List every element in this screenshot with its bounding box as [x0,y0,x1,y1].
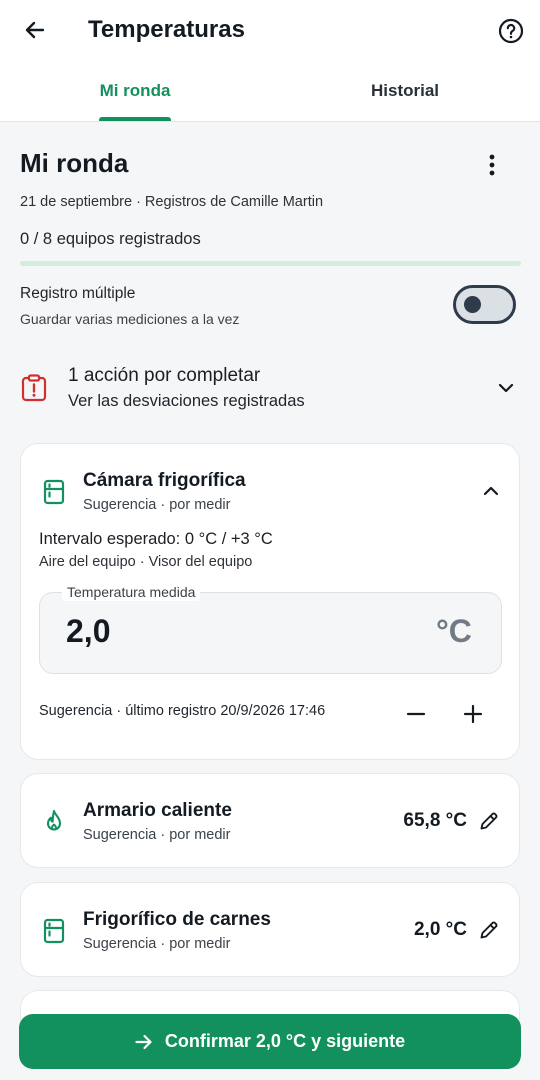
round-subtitle: 21 de septiembre · Registros de Camille … [20,194,324,210]
temperature-unit: °C [436,613,472,649]
back-arrow-icon[interactable] [20,15,50,45]
section-title: Mi ronda [20,148,129,178]
chevron-down-icon[interactable] [494,376,518,400]
flame-icon [41,807,67,837]
page-title: Temperaturas [88,16,245,43]
tab-mi-ronda[interactable]: Mi ronda [60,78,210,104]
equipment-name: Cámara frigorífica [83,470,246,491]
equipment-status: Sugerencia · por medir [83,936,231,952]
confirm-next-button[interactable]: Confirmar 2,0 °C y siguiente [19,1014,521,1069]
equipment-status: Sugerencia · por medir [83,497,231,513]
measurement-source: Aire del equipo · Visor del equipo [39,554,253,570]
equipment-card[interactable]: Armario caliente Sugerencia · por medir … [20,773,520,868]
equipment-name: Frigorífico de carnes [83,909,271,930]
equipment-value: 2,0 °C [413,919,467,940]
temperature-input[interactable]: Temperatura medida 2,0 °C [39,583,502,674]
multi-record-description: Guardar varias mediciones a la vez [20,311,240,327]
pending-actions-subtitle[interactable]: Ver las desviaciones registradas [68,392,305,411]
toggle-knob [464,296,481,313]
chevron-up-icon[interactable] [479,479,503,503]
edit-pencil-icon[interactable] [477,918,501,942]
expected-range: Intervalo esperado: 0 °C / +3 °C [39,530,273,548]
fridge-icon [41,916,67,946]
confirm-button-label: Confirmar 2,0 °C y siguiente [164,1031,406,1051]
equipment-card[interactable]: Frigorífico de carnes Sugerencia · por m… [20,882,520,977]
more-options-icon[interactable] [478,150,506,180]
clipboard-alert-icon [21,374,47,402]
help-icon[interactable] [496,16,526,46]
progress-bar [20,261,521,266]
temperature-input-label: Temperatura medida [62,583,201,601]
equipment-count: 0 / 8 equipos registrados [20,230,201,248]
temperature-value[interactable]: 2,0 [66,613,110,650]
fridge-icon [41,477,67,507]
app-header: Temperaturas Mi ronda Historial [0,0,540,122]
equipment-name: Armario caliente [83,800,232,821]
last-record-info: Sugerencia · último registro 20/9/2026 1… [39,703,326,719]
active-tab-indicator [99,117,171,121]
increment-button[interactable] [458,699,488,729]
pending-actions-title[interactable]: 1 acción por completar [68,365,260,387]
equipment-card-expanded: Cámara frigorífica Sugerencia · por medi… [20,443,520,760]
decrement-button[interactable] [401,699,431,729]
edit-pencil-icon[interactable] [477,809,501,833]
equipment-value: 65,8 °C [403,810,467,831]
equipment-status: Sugerencia · por medir [83,827,231,843]
arrow-right-icon [135,1034,152,1049]
tab-historial[interactable]: Historial [330,78,480,104]
multi-record-toggle[interactable] [453,285,516,324]
multi-record-label: Registro múltiple [20,285,136,302]
